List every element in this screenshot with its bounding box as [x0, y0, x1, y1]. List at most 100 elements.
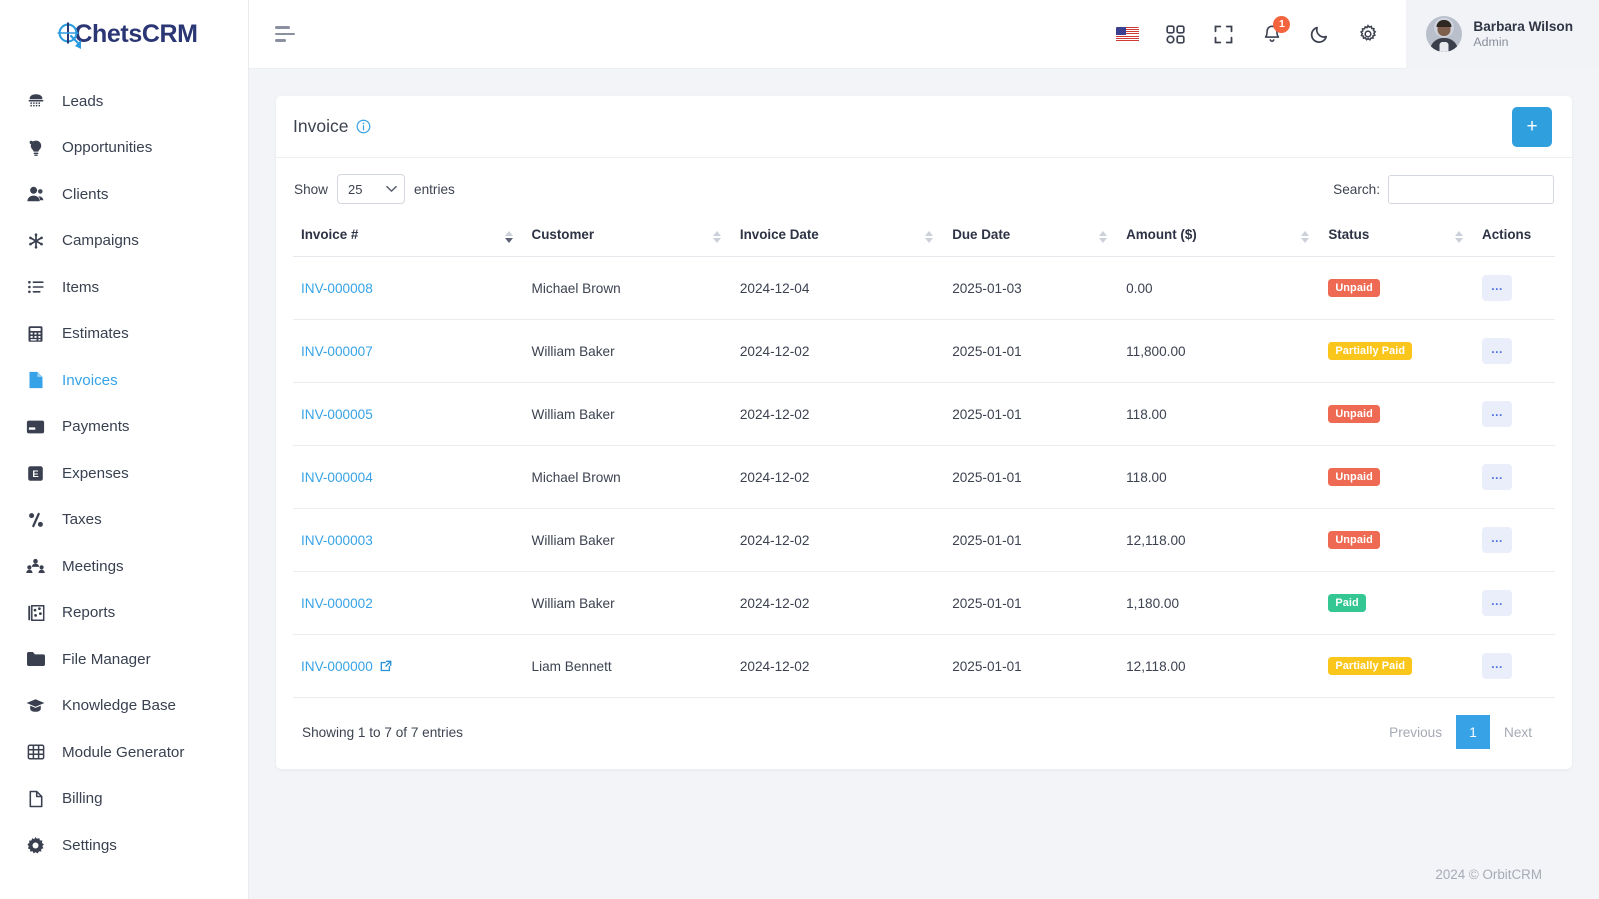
cell-due-date: 2025-01-01 [944, 571, 1119, 635]
invoice-number-link[interactable]: INV-000007 [301, 344, 373, 359]
status-badge: Unpaid [1328, 531, 1380, 550]
add-invoice-button[interactable]: + [1512, 106, 1552, 147]
cell-due-date: 2025-01-01 [944, 382, 1119, 446]
invoice-number-text: INV-000008 [301, 280, 373, 296]
sidebar-item-payments[interactable]: Payments [0, 404, 248, 451]
page-footer: 2024 © OrbitCRM [1435, 867, 1542, 882]
sidebar-item-label: Leads [62, 92, 104, 110]
table-header-amount[interactable]: Amount ($) [1118, 217, 1321, 257]
apps-grid-icon[interactable] [1164, 23, 1187, 46]
sidebar-item-clients[interactable]: Clients [0, 171, 248, 218]
calculator-icon [26, 324, 45, 343]
cell-customer: Michael Brown [523, 256, 732, 320]
sidebar-item-knowledge-base[interactable]: Knowledge Base [0, 683, 248, 730]
sidebar-item-estimates[interactable]: Estimates [0, 311, 248, 358]
sidebar-item-items[interactable]: Items [0, 264, 248, 311]
table-header-invoice[interactable]: Invoice # [293, 217, 524, 257]
sort-arrows-icon [925, 230, 934, 243]
fullscreen-icon[interactable] [1212, 23, 1235, 46]
invoice-number-link[interactable]: INV-000005 [301, 407, 373, 422]
invoice-number-link[interactable]: INV-000003 [301, 533, 373, 548]
language-flag-us-icon[interactable] [1116, 23, 1140, 46]
cell-due-date: 2025-01-03 [944, 256, 1119, 320]
sidebar-item-settings[interactable]: Settings [0, 822, 248, 869]
status-badge: Unpaid [1328, 279, 1380, 298]
sidebar-item-label: Reports [62, 604, 116, 622]
table-row: INV-000007 William Baker 2024-12-02 2025-01… [293, 319, 1555, 383]
table-row: INV-000000 Liam Bennett 2024-12-02 2025-01-… [293, 634, 1555, 698]
table-head: Invoice # Customer Invoice Date Due Date Amo… [293, 217, 1555, 257]
external-link-icon[interactable] [380, 660, 392, 672]
cell-customer: William Baker [523, 382, 732, 446]
entries-label: entries [414, 181, 455, 197]
showing-entries-text: Showing 1 to 7 of 7 entries [302, 724, 463, 740]
invoice-table: Invoice # Customer Invoice Date Due Date Amo… [293, 217, 1555, 698]
sidebar-item-opportunities[interactable]: Opportunities [0, 125, 248, 172]
row-actions-button[interactable]: ... [1482, 527, 1513, 553]
expense-box-icon: E [26, 464, 45, 483]
cell-amount: 1,180.00 [1118, 571, 1321, 635]
settings-gear-icon[interactable] [1356, 23, 1379, 46]
notification-badge: 1 [1273, 15, 1291, 33]
sidebar-item-file-manager[interactable]: File Manager [0, 636, 248, 683]
entries-per-page-select[interactable]: 102550100 [337, 174, 406, 204]
sidebar-item-reports[interactable]: Reports [0, 590, 248, 637]
sidebar-item-label: Campaigns [62, 232, 139, 250]
invoice-number-text: INV-000002 [301, 595, 373, 611]
cell-customer: Liam Bennett [523, 634, 732, 698]
table-row: INV-000005 William Baker 2024-12-02 2025-01… [293, 382, 1555, 446]
row-actions-button[interactable]: ... [1482, 338, 1513, 364]
invoice-number-link[interactable]: INV-000000 [301, 659, 392, 674]
brand-logo[interactable]: ChetsCRM [0, 0, 248, 69]
cell-due-date: 2025-01-01 [944, 508, 1119, 572]
cell-amount: 118.00 [1118, 445, 1321, 509]
search-input[interactable] [1388, 174, 1554, 204]
invoice-number-link[interactable]: INV-000008 [301, 281, 373, 296]
show-label: Show [294, 181, 329, 197]
pagination-page-1[interactable]: 1 [1456, 715, 1491, 749]
pagination-previous[interactable]: Previous [1375, 717, 1456, 748]
people-group-icon [26, 557, 45, 576]
sidebar-item-invoices[interactable]: Invoices [0, 357, 248, 404]
notifications-bell-icon[interactable]: 1 [1260, 15, 1291, 46]
sidebar-item-billing[interactable]: Billing [0, 776, 248, 823]
table-header-label: Amount ($) [1126, 227, 1197, 242]
sidebar-item-module-generator[interactable]: Module Generator [0, 729, 248, 776]
telephone-icon [26, 92, 45, 111]
row-actions-button[interactable]: ... [1482, 464, 1513, 490]
cell-actions: ... [1474, 571, 1555, 635]
sort-arrows-icon [712, 230, 721, 243]
table-header-label: Status [1328, 227, 1370, 242]
cell-amount: 12,118.00 [1118, 508, 1321, 572]
sidebar-item-expenses[interactable]: E Expenses [0, 450, 248, 497]
cell-actions: ... [1474, 634, 1555, 698]
table-header-invoice-date[interactable]: Invoice Date [731, 217, 945, 257]
invoice-card: Invoice + Show 25 entries Search: Invoic… [276, 96, 1572, 769]
sidebar-item-taxes[interactable]: Taxes [0, 497, 248, 544]
row-actions-button[interactable]: ... [1482, 275, 1513, 301]
chart-report-icon [26, 603, 45, 622]
folder-icon [26, 650, 45, 669]
user-profile-menu[interactable]: Barbara Wilson Admin [1406, 0, 1599, 69]
sidebar-item-label: Invoices [62, 371, 118, 389]
sidebar-item-label: Clients [62, 185, 109, 203]
cell-invoice-number: INV-000003 [293, 508, 524, 572]
hamburger-menu-icon[interactable] [275, 22, 299, 46]
dark-mode-moon-icon[interactable] [1308, 23, 1331, 46]
row-actions-button[interactable]: ... [1482, 590, 1513, 616]
sidebar-item-campaigns[interactable]: Campaigns [0, 218, 248, 265]
table-row: INV-000002 William Baker 2024-12-02 2025-01… [293, 571, 1555, 635]
pagination-next[interactable]: Next [1490, 717, 1546, 748]
table-header-customer[interactable]: Customer [523, 217, 732, 257]
row-actions-button[interactable]: ... [1482, 653, 1513, 679]
cell-status: Unpaid [1320, 508, 1475, 572]
table-header-due-date[interactable]: Due Date [944, 217, 1119, 257]
row-actions-button[interactable]: ... [1482, 401, 1513, 427]
sidebar-item-leads[interactable]: Leads [0, 78, 248, 125]
sidebar-item-meetings[interactable]: Meetings [0, 543, 248, 590]
invoice-number-link[interactable]: INV-000004 [301, 470, 373, 485]
info-circle-icon[interactable] [356, 119, 371, 134]
table-header-status[interactable]: Status [1320, 217, 1475, 257]
invoice-number-link[interactable]: INV-000002 [301, 596, 373, 611]
cell-due-date: 2025-01-01 [944, 319, 1119, 383]
